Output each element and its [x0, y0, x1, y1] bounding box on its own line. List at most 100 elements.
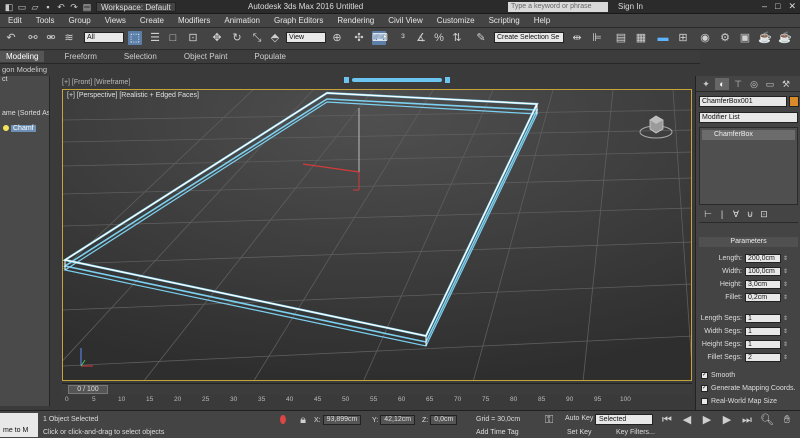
- parameters-rollout-header[interactable]: Parameters: [699, 237, 798, 247]
- front-viewport-label[interactable]: [+] [Front] [Wireframe]: [62, 79, 130, 86]
- spinner-icon[interactable]: ⇕: [783, 294, 789, 302]
- width-segs-field[interactable]: 1: [745, 327, 781, 336]
- mirror-icon[interactable]: ⇹: [570, 31, 584, 45]
- link-icon[interactable]: ⚯: [26, 31, 40, 45]
- menu-create[interactable]: Create: [140, 16, 164, 25]
- schematic-view-icon[interactable]: ⊞: [676, 31, 690, 45]
- open-file-icon[interactable]: ▱: [30, 2, 40, 12]
- key-set-dropdown[interactable]: Selected: [595, 414, 653, 425]
- perspective-viewport[interactable]: [+] [Perspective] [Realistic + Edged Fac…: [62, 89, 692, 381]
- utilities-tab-icon[interactable]: ⚒: [779, 78, 793, 90]
- menu-modifiers[interactable]: Modifiers: [178, 16, 210, 25]
- time-slider[interactable]: 0 / 100: [68, 385, 108, 394]
- undo-icon[interactable]: ↶: [56, 2, 66, 12]
- minimize-icon[interactable]: –: [762, 1, 767, 12]
- make-unique-icon[interactable]: ∀: [731, 209, 741, 222]
- selection-filter-dropdown[interactable]: All: [84, 32, 124, 43]
- selection-lock-icon[interactable]: 🔒︎: [296, 413, 310, 427]
- placement-icon[interactable]: ⬘: [268, 31, 282, 45]
- smooth-checkbox[interactable]: ✓ Smooth: [701, 370, 735, 380]
- modifier-list-dropdown[interactable]: Modifier List: [699, 112, 798, 123]
- object-name-field[interactable]: ChamferBox001: [699, 96, 787, 107]
- show-end-result-icon[interactable]: |: [717, 209, 727, 222]
- scene-explorer-header[interactable]: ct: [0, 76, 49, 88]
- maxscript-line-2[interactable]: me to M: [0, 425, 38, 437]
- fillet-segs-field[interactable]: 2: [745, 353, 781, 362]
- spinner-icon[interactable]: ⇕: [783, 255, 789, 263]
- menu-animation[interactable]: Animation: [224, 16, 260, 25]
- snaps-toggle-icon[interactable]: ³: [396, 31, 410, 45]
- display-tab-icon[interactable]: ▭: [763, 78, 777, 90]
- window-crossing-icon[interactable]: ⊡: [186, 31, 200, 45]
- spinner-icon[interactable]: ⇕: [783, 328, 789, 336]
- new-file-icon[interactable]: ▭: [17, 2, 27, 12]
- modifier-stack-item[interactable]: ChamferBox: [702, 130, 795, 140]
- redo-icon[interactable]: ↷: [69, 2, 79, 12]
- reference-coordinate-dropdown[interactable]: View: [286, 32, 326, 43]
- menu-customize[interactable]: Customize: [437, 16, 475, 25]
- curve-editor-icon[interactable]: ▬: [656, 31, 670, 45]
- named-selection-set-dropdown[interactable]: Create Selection Se: [494, 32, 564, 43]
- key-icon[interactable]: ⚿: [542, 413, 556, 427]
- modifier-stack[interactable]: ChamferBox: [699, 127, 798, 205]
- select-manipulate-icon[interactable]: ✣: [352, 31, 366, 45]
- select-move-icon[interactable]: ✥: [210, 31, 224, 45]
- sign-in-link[interactable]: Sign In: [618, 2, 643, 11]
- light-bulb-icon[interactable]: [3, 125, 9, 131]
- viewport-canvas[interactable]: [63, 90, 692, 381]
- render-iterative-icon[interactable]: ☕: [778, 31, 792, 45]
- configure-sets-icon[interactable]: ⊡: [759, 209, 769, 222]
- height-segs-field[interactable]: 1: [745, 340, 781, 349]
- material-editor-icon[interactable]: ◉: [698, 31, 712, 45]
- angle-snap-icon[interactable]: ∡: [414, 31, 428, 45]
- maxscript-listener[interactable]: me to M: [0, 413, 38, 437]
- menu-help[interactable]: Help: [534, 16, 550, 25]
- key-filters-button[interactable]: Key Filters...: [616, 429, 655, 436]
- menu-tools[interactable]: Tools: [36, 16, 55, 25]
- render-setup-icon[interactable]: ⚙: [718, 31, 732, 45]
- project-folder-icon[interactable]: ▤: [82, 2, 92, 12]
- align-icon[interactable]: ⊫: [590, 31, 604, 45]
- length-field[interactable]: 200,0cm: [745, 254, 781, 263]
- real-world-map-size-checkbox[interactable]: Real-World Map Size: [701, 396, 777, 406]
- keyboard-shortcut-override-icon[interactable]: ⌨: [372, 31, 388, 45]
- scene-item[interactable]: Chamf: [0, 122, 49, 134]
- pin-stack-icon[interactable]: ⊢: [703, 209, 713, 222]
- search-input[interactable]: Type a keyword or phrase: [508, 2, 608, 12]
- spinner-snap-icon[interactable]: ⇅: [450, 31, 464, 45]
- object-color-swatch[interactable]: [789, 96, 799, 107]
- fillet-field[interactable]: 0,2cm: [745, 293, 781, 302]
- menu-edit[interactable]: Edit: [8, 16, 22, 25]
- set-key-button[interactable]: Set Key: [567, 429, 592, 436]
- x-coordinate-field[interactable]: 93,899cm: [322, 415, 362, 425]
- motion-tab-icon[interactable]: ◎: [747, 78, 761, 90]
- play-icon[interactable]: ▶: [700, 413, 714, 427]
- create-tab-icon[interactable]: ✦: [699, 78, 713, 90]
- modify-tab-icon[interactable]: ◐: [715, 78, 729, 90]
- pan-icon[interactable]: ✋︎: [780, 413, 794, 427]
- y-coordinate-field[interactable]: 42,12cm: [380, 415, 416, 425]
- menu-group[interactable]: Group: [68, 16, 90, 25]
- height-field[interactable]: 3,0cm: [745, 280, 781, 289]
- remove-modifier-icon[interactable]: ⊍: [745, 209, 755, 222]
- spinner-icon[interactable]: ⇕: [783, 341, 789, 349]
- select-by-name-icon[interactable]: ☰: [148, 31, 162, 45]
- viewcube-icon[interactable]: [639, 112, 673, 140]
- width-field[interactable]: 100,0cm: [745, 267, 781, 276]
- bind-space-warp-icon[interactable]: ≋: [62, 31, 76, 45]
- ribbon-tab-populate[interactable]: Populate: [254, 52, 286, 61]
- time-slider-track[interactable]: 0 / 100: [62, 383, 692, 395]
- menu-rendering[interactable]: Rendering: [337, 16, 374, 25]
- spinner-icon[interactable]: ⇕: [783, 315, 789, 323]
- hierarchy-tab-icon[interactable]: ⊤: [731, 78, 745, 90]
- viewport-layout-slider[interactable]: [344, 77, 450, 83]
- spinner-icon[interactable]: ⇕: [783, 354, 789, 362]
- undo-icon[interactable]: ↶: [4, 31, 18, 45]
- length-segs-field[interactable]: 1: [745, 314, 781, 323]
- go-to-start-icon[interactable]: ⏮: [660, 413, 674, 427]
- save-icon[interactable]: ▪: [43, 2, 53, 12]
- select-object-icon[interactable]: ⬚: [128, 31, 142, 45]
- go-to-end-icon[interactable]: ⏭: [740, 413, 754, 427]
- checkbox-checked-icon[interactable]: ✓: [701, 384, 708, 392]
- pivot-center-icon[interactable]: ⊕: [330, 31, 344, 45]
